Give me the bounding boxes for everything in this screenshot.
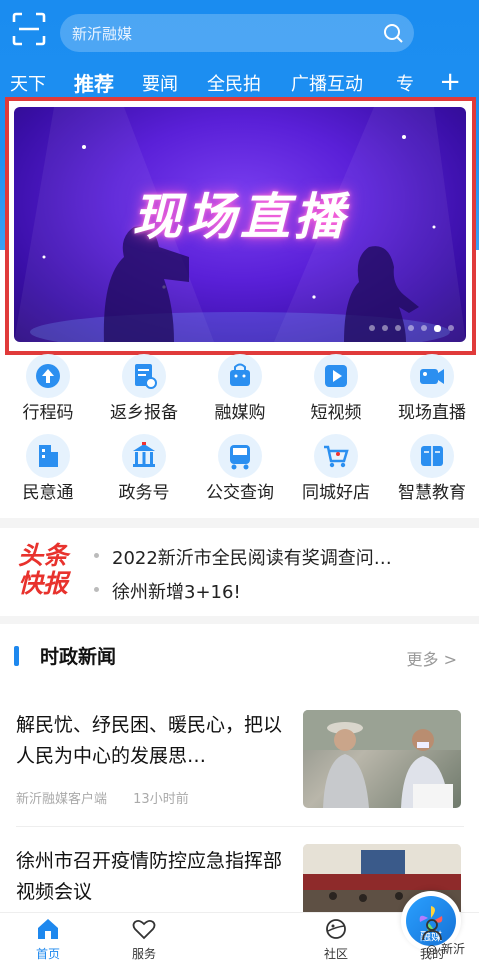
tab-guangbo-hudong[interactable]: 广播互动 [291,70,363,96]
carousel-dot [448,325,454,331]
user-icon [422,919,442,941]
news-thumbnail [303,710,461,808]
more-link[interactable]: 更多 > [407,646,458,670]
headline-ticker: 头条 快报 2022新沂市全民阅读有奖调查问… 徐州新增3+16! [0,528,479,610]
tab-tuijian[interactable]: 推荐 [74,68,114,97]
carousel-dot [395,325,401,331]
section-header: 时政新闻 更多 > [0,636,479,676]
book-icon [410,434,454,478]
cart-icon [314,434,358,478]
headline-item[interactable]: 徐州新增3+16! [94,578,464,604]
carousel-dot [408,325,414,331]
wechat-icon: ◎ [426,942,438,956]
service-fanxiang-baobei[interactable]: 返乡报备 [96,354,192,434]
tab-quanminpai[interactable]: 全民拍 [207,70,261,96]
bottom-navbar: 首页 服务 融媒 社区 我的 [0,891,479,969]
nav-label: 社区 [323,947,348,961]
headline-text: 徐州新增3+16! [112,582,241,603]
section-title: 时政新闻 [40,646,117,668]
report-icon [122,354,166,398]
service-label: 行程码 [22,403,74,423]
watermark: ◎ 新沂 [427,940,465,957]
scan-icon[interactable] [12,12,46,46]
news-title: 徐州市召开疫情防控应急指挥部视频会议 [16,850,283,903]
search-icon[interactable] [382,22,404,44]
section-divider [0,616,479,624]
nav-label: 服务 [131,947,156,961]
building-icon [26,434,70,478]
service-label: 短视频 [310,403,362,423]
nav-label: 首页 [35,947,60,961]
arrow-up-icon [26,354,70,398]
news-source: 新沂融媒客户端 [16,792,108,807]
home-icon [38,919,58,939]
service-label: 返乡报备 [110,403,178,423]
search-bar[interactable]: 新沂融媒 [60,14,414,52]
service-zhengwuhao[interactable]: 政务号 [96,434,192,514]
news-meta: 新沂融媒客户端 13小时前 [16,788,211,807]
service-xianchang-zhibo[interactable]: 现场直播 [384,354,479,434]
service-gongjiao-chaxun[interactable]: 公交查询 [192,434,288,514]
section-accent-bar [14,646,19,666]
list-divider [16,826,464,827]
nav-community[interactable]: 社区 [288,913,384,969]
service-label: 融媒购 [214,403,266,423]
service-label: 现场直播 [398,403,466,423]
play-icon [314,354,358,398]
service-label: 同城好店 [302,483,370,503]
service-grid: 行程码 返乡报备 融媒购 短视频 现场直播 民意通 政务号 公交查询 同城好店 … [0,354,479,514]
carousel-dot [382,325,388,331]
nav-services[interactable]: 服务 [96,913,192,969]
section-divider [0,518,479,528]
news-title: 解民忧、纾民困、暖民心，把以人民为中心的发展思… [16,714,283,767]
banner-carousel[interactable]: 现场直播 [14,107,466,342]
service-label: 智慧教育 [398,483,466,503]
service-rongmeigou[interactable]: 融媒购 [192,354,288,434]
carousel-indicator [369,325,454,332]
government-icon [122,434,166,478]
video-camera-icon [410,354,454,398]
watermark-text: 新沂 [440,942,465,956]
tab-yaowen[interactable]: 要闻 [142,70,178,96]
add-channel-icon[interactable]: + [439,68,461,96]
search-placeholder: 新沂融媒 [72,25,133,43]
service-label: 公交查询 [206,483,274,503]
news-item[interactable]: 解民忧、纾民困、暖民心，把以人民为中心的发展思… 新沂融媒客户端 13小时前 [0,700,479,815]
service-tongcheng-haodian[interactable]: 同城好店 [288,434,384,514]
carousel-dot [369,325,375,331]
app-screen: 新沂融媒 天下 推荐 要闻 全民拍 广播互动 专 + 现场直播 行程码 返乡报备… [0,0,479,969]
nav-home[interactable]: 首页 [0,913,96,969]
headline-item[interactable]: 2022新沂市全民阅读有奖调查问… [94,544,464,570]
heart-icon [132,919,156,940]
tab-zhuan[interactable]: 专 [396,70,414,96]
headline-logo-line2: 快报 [18,569,69,598]
service-minyitong[interactable]: 民意通 [0,434,96,514]
tab-tianxia[interactable]: 天下 [10,70,46,96]
bus-icon [218,434,262,478]
service-zhihui-jiaoyu[interactable]: 智慧教育 [384,434,479,514]
carousel-dot-active [434,325,441,332]
news-time: 13小时前 [133,792,189,807]
headline-text: 2022新沂市全民阅读有奖调查问… [112,548,392,569]
banner-highlight-frame: 现场直播 [5,97,476,355]
headline-logo: 头条 快报 [18,542,82,600]
shopping-bag-icon [218,354,262,398]
service-xingchengma[interactable]: 行程码 [0,354,96,434]
service-label: 民意通 [22,483,74,503]
service-label: 政务号 [118,483,170,503]
nav-rongmei[interactable]: 融媒 [192,891,461,969]
planet-icon [326,919,346,939]
headline-logo-line1: 头条 [18,541,69,570]
banner-title: 现场直播 [132,188,348,246]
carousel-dot [421,325,427,331]
service-duanshipin[interactable]: 短视频 [288,354,384,434]
